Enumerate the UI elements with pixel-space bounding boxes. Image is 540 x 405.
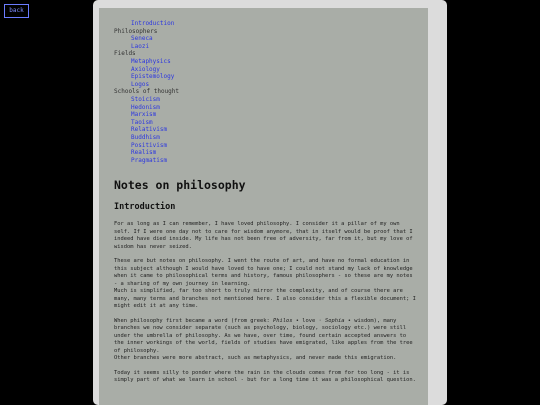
paragraph-line: Other branches were more abstract, such … [114, 355, 397, 362]
toc-link-seneca[interactable]: Seneca [131, 35, 153, 42]
back-button[interactable]: back [4, 4, 29, 18]
paragraph: Today it seems silly to ponder where the… [114, 369, 416, 384]
toc-heading-schools: Schools of thought [114, 88, 180, 96]
content-sheet: Introduction Philosophers Seneca Laozi F… [99, 8, 428, 405]
emphasis-text: Sophia [324, 317, 345, 324]
toc-link-laozi[interactable]: Laozi [131, 43, 149, 50]
toc-link-axiology[interactable]: Axiology [131, 66, 160, 73]
toc-link-relativism[interactable]: Relativism [131, 126, 167, 133]
section-title-introduction: Introduction [114, 202, 176, 213]
toc-link-realism[interactable]: Realism [131, 149, 156, 156]
toc-link-taoism[interactable]: Taoism [131, 119, 153, 126]
toc-link-epistemology[interactable]: Epistemology [131, 73, 174, 80]
table-of-contents: Introduction Philosophers Seneca Laozi F… [114, 20, 419, 164]
paragraph-line: Much is simplified, far too short to tru… [114, 288, 416, 310]
paragraph: For as long as I can remember, I have lo… [114, 221, 413, 250]
emphasis-text: Philos [273, 317, 293, 324]
paragraph-text: • love · [292, 317, 325, 324]
toc-link-logos[interactable]: Logos [131, 81, 149, 88]
toc-heading-philosophers: Philosophers [114, 27, 158, 35]
toc-link-introduction[interactable]: Introduction [131, 20, 174, 27]
toc-link-stoicism[interactable]: Stoicism [131, 96, 160, 103]
paragraph-text: When philosophy first became a word (fro… [114, 317, 274, 324]
toc-link-positivism[interactable]: Positivism [131, 142, 167, 149]
page-title: Notes on philosophy [114, 178, 246, 193]
paragraph: These are but notes on philosophy. I wen… [114, 258, 419, 311]
paragraph: When philosophy first became a word (fro… [114, 318, 419, 363]
toc-link-hedonism[interactable]: Hedonism [131, 104, 160, 111]
toc-link-marxism[interactable]: Marxism [131, 111, 156, 118]
toc-link-pragmatism[interactable]: Pragmatism [131, 157, 167, 164]
toc-heading-fields: Fields [114, 50, 136, 58]
page-container: Introduction Philosophers Seneca Laozi F… [93, 0, 447, 405]
toc-link-buddhism[interactable]: Buddhism [131, 134, 160, 141]
toc-link-metaphysics[interactable]: Metaphysics [131, 58, 171, 65]
paragraph-line: These are but notes on philosophy. I wen… [114, 258, 413, 287]
